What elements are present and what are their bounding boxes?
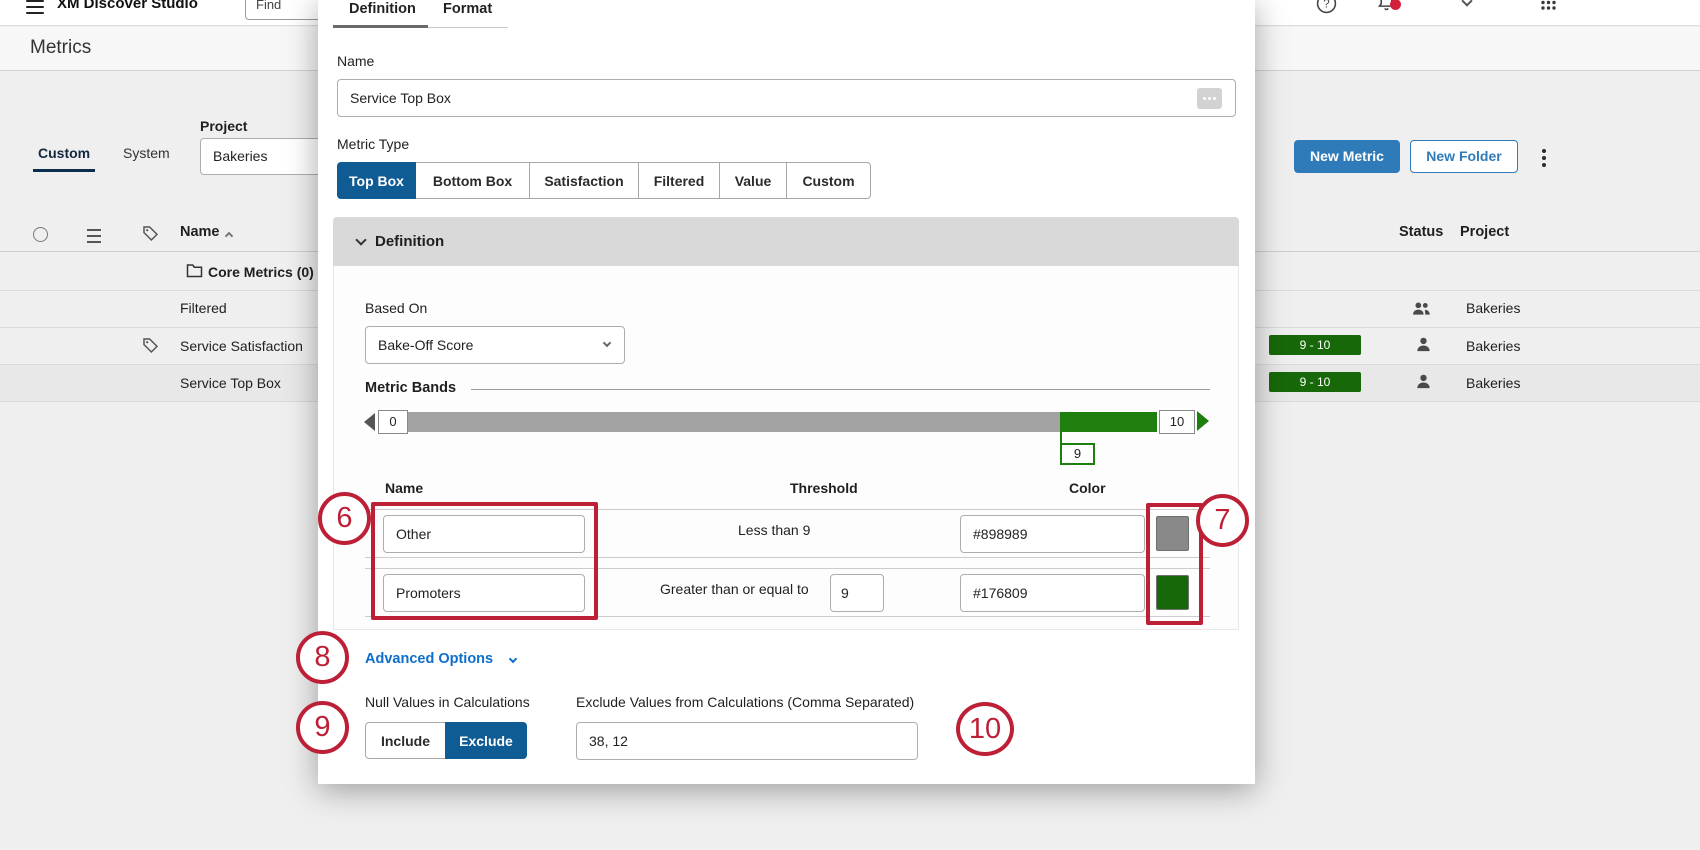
column-header-name[interactable]: Name [180,224,220,240]
metric-type-group: Top Box Bottom Box Satisfaction Filtered… [337,162,871,199]
screen: XM Discover Studio Find ? Metrics Projec… [0,0,1700,850]
annotation-callout-10: 10 [956,702,1014,756]
folder-icon [186,263,203,283]
bands-header-threshold: Threshold [790,480,858,496]
tag-icon[interactable] [142,225,159,247]
find-input[interactable]: Find [245,0,321,20]
band-color-input[interactable] [960,574,1145,612]
threshold-marker-flag[interactable]: 9 [1060,443,1095,465]
range-badge: 9 - 10 [1269,335,1361,355]
help-icon[interactable]: ? [1316,0,1337,19]
slider-min-box: 0 [378,410,408,434]
more-options-icon[interactable] [1197,88,1222,109]
table-row-name[interactable]: Service Satisfaction [180,338,303,354]
column-header-status[interactable]: Status [1399,224,1443,240]
table-row-name[interactable]: Service Top Box [180,375,281,391]
tab-custom-underline [33,169,95,172]
metric-type-value[interactable]: Value [719,162,787,199]
table-row-project: Bakeries [1466,338,1520,354]
table-row-project: Bakeries [1466,375,1520,391]
metric-type-label: Metric Type [337,136,409,152]
table-row-folder-name[interactable]: Core Metrics (0) [208,264,314,280]
user-icon [1415,373,1432,395]
list-filter-icon[interactable] [87,229,101,243]
band-threshold-value-input[interactable] [830,574,884,612]
metric-type-top-box[interactable]: Top Box [337,162,416,199]
users-icon [1412,300,1431,322]
metric-name-input[interactable] [337,79,1236,117]
based-on-select[interactable]: Bake-Off Score [365,326,625,364]
sort-ascending-icon[interactable] [225,232,233,240]
definition-panel-header[interactable] [333,217,1239,266]
project-select-value: Bakeries [213,148,267,164]
dialog-tab-definition[interactable]: Definition [349,1,416,17]
band-threshold-text: Less than 9 [738,522,810,538]
threshold-marker-line [1060,432,1062,443]
null-values-label: Null Values in Calculations [365,694,530,710]
new-metric-button[interactable]: New Metric [1294,140,1400,173]
column-header-project[interactable]: Project [1460,224,1509,240]
metric-editor-dialog: Definition Format Name Metric Type Top B… [318,0,1255,784]
apps-grid-icon[interactable] [1540,0,1557,16]
advanced-options-chevron-icon[interactable] [509,655,517,663]
slider-left-arrow-icon[interactable] [364,413,375,431]
band-threshold-label: Greater than or equal to [660,581,809,597]
metric-type-filtered[interactable]: Filtered [638,162,720,199]
annotation-callout-9: 9 [296,701,349,754]
null-values-include-button[interactable]: Include [365,722,446,759]
metric-type-bottom-box[interactable]: Bottom Box [415,162,530,199]
active-tab-underline [333,25,428,28]
bands-header-color: Color [1069,480,1106,496]
new-folder-button[interactable]: New Folder [1410,140,1518,173]
metric-name-label: Name [337,53,374,69]
based-on-label: Based On [365,300,427,316]
slider-selected-range[interactable] [1060,412,1157,432]
tab-custom[interactable]: Custom [38,145,90,161]
dialog-tab-format[interactable]: Format [443,1,492,17]
definition-section-title: Definition [375,233,444,250]
page-title: Metrics [30,37,91,59]
bands-header-name: Name [385,480,423,496]
select-all-circle[interactable] [33,227,48,242]
slider-track[interactable] [408,412,1060,432]
table-row-project: Bakeries [1466,300,1520,316]
user-icon [1415,336,1432,358]
null-values-group: Include Exclude [365,722,527,759]
tag-icon [142,337,159,359]
table-row-name[interactable]: Filtered [180,300,227,316]
annotation-callout-6: 6 [318,492,371,545]
find-label: Find [256,0,281,12]
app-title: XM Discover Studio [57,0,198,12]
null-values-exclude-button[interactable]: Exclude [445,722,527,759]
project-label: Project [200,118,247,134]
project-select[interactable]: Bakeries [200,138,322,175]
menu-icon[interactable] [26,0,44,18]
metric-type-satisfaction[interactable]: Satisfaction [529,162,639,199]
svg-text:?: ? [1323,0,1329,11]
slider-max-box: 10 [1159,410,1195,434]
metric-type-custom[interactable]: Custom [786,162,871,199]
account-chevron-down-icon[interactable] [1461,0,1472,7]
kebab-menu-icon[interactable] [1542,146,1546,170]
based-on-value: Bake-Off Score [378,337,473,353]
annotation-callout-8: 8 [296,631,349,684]
annotation-callout-7: 7 [1196,494,1249,547]
notification-badge [1390,0,1401,10]
tab-system[interactable]: System [123,145,170,161]
slider-right-arrow-icon[interactable] [1197,411,1209,431]
exclude-values-label: Exclude Values from Calculations (Comma … [576,694,914,710]
annotation-rect-band-names [371,502,598,620]
advanced-options-link[interactable]: Advanced Options [365,651,493,667]
metric-bands-label: Metric Bands [365,380,456,396]
range-badge: 9 - 10 [1269,372,1361,392]
exclude-values-input[interactable] [576,722,918,760]
annotation-rect-color-swatches [1146,503,1203,625]
band-color-input[interactable] [960,515,1145,553]
